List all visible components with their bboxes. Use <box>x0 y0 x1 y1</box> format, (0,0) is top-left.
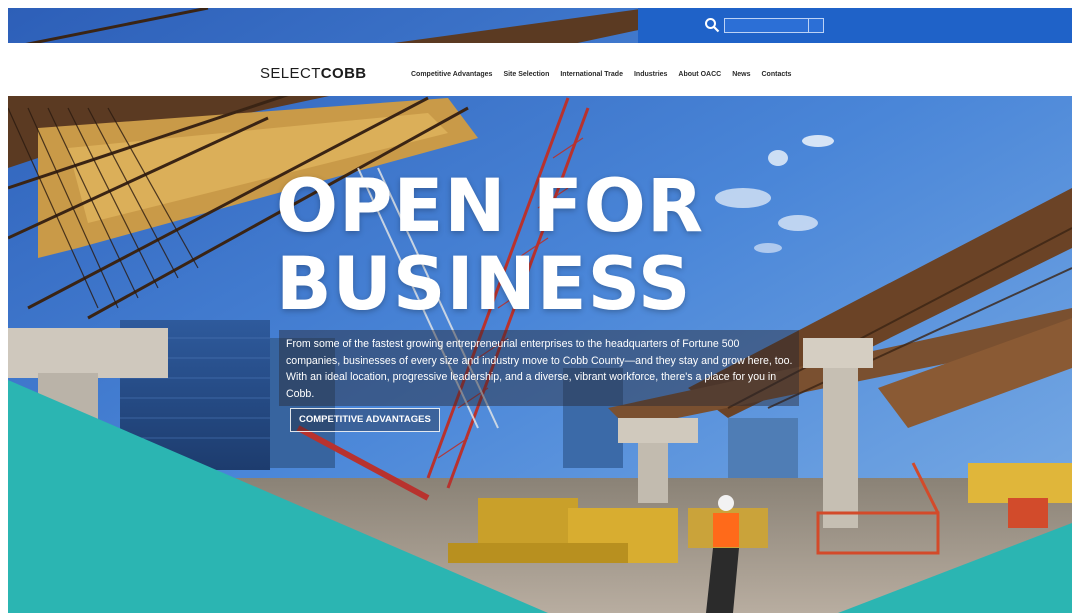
nav-news[interactable]: News <box>732 71 750 78</box>
nav-about[interactable]: About OACC <box>678 71 721 78</box>
logo-text-cobb: COBB <box>320 65 367 82</box>
nav-site-selection[interactable]: Site Selection <box>503 71 549 78</box>
page-frame: SELECTCOBB Competitive Advantages Site S… <box>8 8 1072 613</box>
nav-contacts[interactable]: Contacts <box>762 71 792 78</box>
nav-competitive-advantages[interactable]: Competitive Advantages <box>411 71 492 78</box>
headline-line-1: OPEN FOR <box>276 164 705 249</box>
search-icon[interactable] <box>704 17 720 33</box>
utility-bar <box>8 8 1072 43</box>
main-nav-bar: SELECTCOBB Competitive Advantages Site S… <box>8 43 1072 96</box>
hero-headline: OPEN FOR BUSINESS <box>276 168 704 324</box>
logo-text-select: SELECT <box>260 65 321 82</box>
nav-international-trade[interactable]: International Trade <box>560 71 623 78</box>
logo[interactable]: SELECTCOBB <box>260 66 367 82</box>
nav-industries[interactable]: Industries <box>634 71 667 78</box>
competitive-advantages-button[interactable]: COMPETITIVE ADVANTAGES <box>290 408 440 432</box>
main-nav: Competitive Advantages Site Selection In… <box>411 71 791 78</box>
hero-intro-box: From some of the fastest growing entrepr… <box>279 330 799 406</box>
hero-intro-text: From some of the fastest growing entrepr… <box>286 338 793 400</box>
search-submit-button[interactable] <box>808 18 824 33</box>
headline-line-2: BUSINESS <box>276 242 692 327</box>
